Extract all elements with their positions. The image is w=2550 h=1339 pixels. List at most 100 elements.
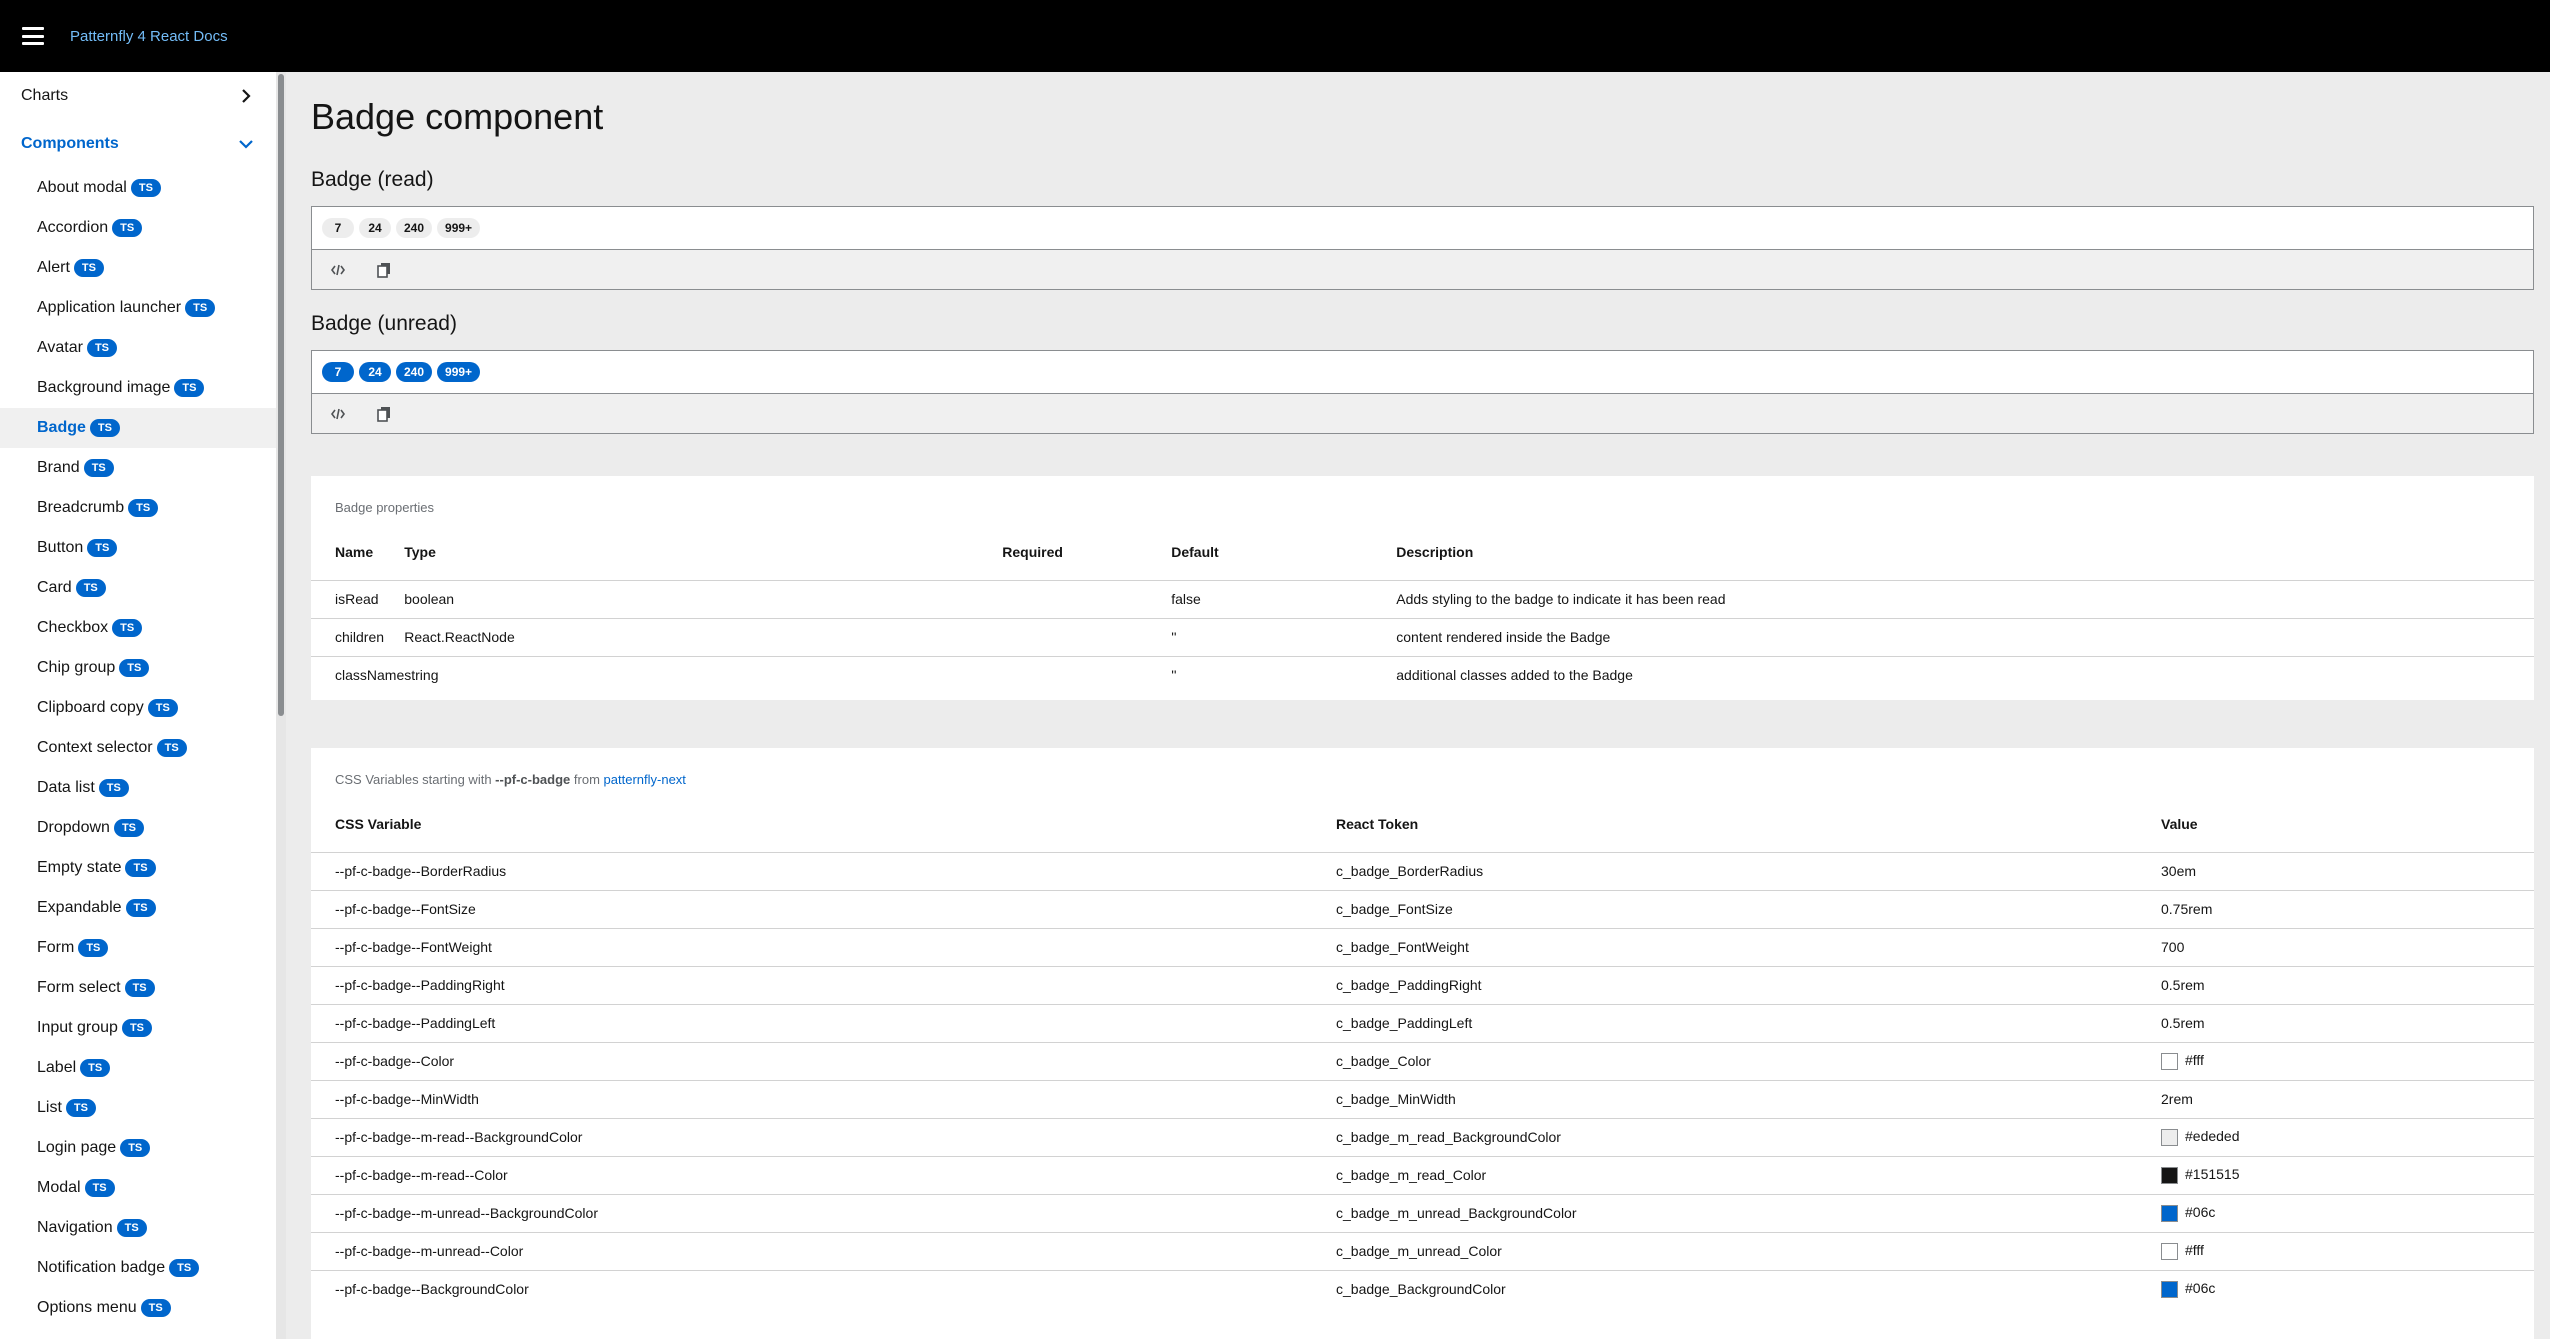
- sidebar-item-breadcrumb[interactable]: Breadcrumb TS: [0, 488, 276, 528]
- sidebar-item-empty-state[interactable]: Empty state TS: [0, 848, 276, 888]
- value-text: #151515: [2185, 1166, 2240, 1183]
- table-row: --pf-c-badge--m-read--BackgroundColor c_b…: [311, 1117, 2534, 1156]
- table-cell: '': [1171, 617, 1397, 656]
- color-swatch: [2161, 1281, 2178, 1299]
- sidebar-item-notification-badge[interactable]: Notification badge TS: [0, 1248, 276, 1288]
- sidebar-item-form[interactable]: Form TS: [0, 928, 276, 968]
- table-cell: false: [1171, 579, 1397, 618]
- example-preview: 7 24 240 999+: [312, 351, 2533, 393]
- sidebar-item-application-launcher[interactable]: Application launcher TS: [0, 288, 276, 328]
- ts-badge: TS: [112, 619, 143, 637]
- css-variable-cell: --pf-c-badge--Color: [311, 1041, 1336, 1080]
- react-token-cell: c_badge_BackgroundColor: [1336, 1269, 2161, 1308]
- sidebar-item-dropdown[interactable]: Dropdown TS: [0, 808, 276, 848]
- sidebar-item-accordion[interactable]: Accordion TS: [0, 208, 276, 248]
- table-row: --pf-c-badge--MinWidth c_badge_MinWidth 2r…: [311, 1079, 2534, 1118]
- sidebar-item-label: Checkbox: [37, 619, 109, 636]
- nav-group-components[interactable]: Components: [0, 120, 276, 168]
- code-icon[interactable]: [326, 402, 350, 426]
- react-token-cell: c_badge_FontWeight: [1336, 927, 2161, 966]
- ts-badge: TS: [84, 1179, 115, 1197]
- props-table-card: Badge properties Name Type Required Default…: [311, 476, 2534, 700]
- sidebar-item-label: Form select: [37, 979, 121, 996]
- sidebar-item-card[interactable]: Card TS: [0, 568, 276, 608]
- color-swatch: [2161, 1166, 2178, 1184]
- sidebar-item-expandable[interactable]: Expandable TS: [0, 888, 276, 928]
- sidebar-item-input-group[interactable]: Input group TS: [0, 1008, 276, 1048]
- react-token-cell: c_badge_m_read_Color: [1336, 1155, 2161, 1194]
- badge-unread: 999+: [437, 362, 481, 382]
- sidebar-item-login-page[interactable]: Login page TS: [0, 1128, 276, 1168]
- sidebar-item-label: Card: [37, 579, 72, 596]
- value-cell: #ededed: [2161, 1117, 2534, 1156]
- table-row: --pf-c-badge--BackgroundColor c_badge_Bac…: [311, 1269, 2534, 1308]
- react-token-cell: c_badge_BorderRadius: [1336, 851, 2161, 890]
- props-table: Name Type Required Default Description isRea…: [311, 524, 2534, 694]
- brand-link[interactable]: Patternfly 4 React Docs: [70, 28, 228, 45]
- color-swatch: [2161, 1242, 2178, 1260]
- sidebar-item-navigation[interactable]: Navigation TS: [0, 1208, 276, 1248]
- sidebar-item-checkbox[interactable]: Checkbox TS: [0, 608, 276, 648]
- value-cell: #fff: [2161, 1231, 2534, 1270]
- value-text: #fff: [2185, 1052, 2204, 1069]
- react-token-cell: c_badge_m_unread_Color: [1336, 1231, 2161, 1270]
- column-header-react-token: React Token: [1336, 815, 1419, 832]
- table-row: children React.ReactNode '' content rendere…: [311, 617, 2534, 656]
- ts-badge: TS: [89, 419, 120, 437]
- code-icon[interactable]: [326, 258, 350, 282]
- react-token-cell: c_badge_Color: [1336, 1041, 2161, 1080]
- sidebar-item-background-image[interactable]: Background image TS: [0, 368, 276, 408]
- value-cell: 2rem: [2161, 1079, 2534, 1118]
- sidebar-item-form-select[interactable]: Form select TS: [0, 968, 276, 1008]
- react-token-cell: c_badge_m_read_BackgroundColor: [1336, 1117, 2161, 1156]
- table-row: --pf-c-badge--FontSize c_badge_FontSize 0.…: [311, 889, 2534, 928]
- copy-icon[interactable]: [372, 258, 396, 282]
- sidebar-item-badge[interactable]: Badge TS: [0, 408, 276, 448]
- ts-badge: TS: [147, 699, 178, 717]
- ts-badge: TS: [140, 1299, 171, 1317]
- ts-badge: TS: [87, 539, 118, 557]
- sidebar-item-clipboard-copy[interactable]: Clipboard copy TS: [0, 688, 276, 728]
- table-header-row: CSS Variable React Token Value: [311, 796, 2534, 852]
- ts-badge: TS: [185, 299, 216, 317]
- sidebar-item-label: Input group: [37, 1019, 118, 1036]
- sidebar-item-chip-group[interactable]: Chip group TS: [0, 648, 276, 688]
- sidebar-item-label: Clipboard copy: [37, 699, 144, 716]
- nav-group-charts[interactable]: Charts: [0, 72, 276, 120]
- value-text: #fff: [2185, 1242, 2204, 1259]
- ts-badge: TS: [113, 819, 144, 837]
- column-header-value: Value: [2161, 815, 2198, 832]
- react-token-cell: c_badge_FontSize: [1336, 889, 2161, 928]
- sidebar-item-avatar[interactable]: Avatar TS: [0, 328, 276, 368]
- color-swatch: [2161, 1128, 2178, 1146]
- value-text: #06c: [2185, 1204, 2216, 1221]
- css-variables-table: CSS Variable React Token Value --pf-c-badg…: [311, 796, 2534, 1308]
- table-cell: className: [311, 655, 405, 694]
- ts-badge: TS: [98, 779, 129, 797]
- sidebar-item-data-list[interactable]: Data list TS: [0, 768, 276, 808]
- sidebar-item-button[interactable]: Button TS: [0, 528, 276, 568]
- example-preview: 7 24 240 999+: [312, 207, 2533, 249]
- sidebar-item-label[interactable]: Label TS: [0, 1048, 276, 1088]
- sidebar-item-context-selector[interactable]: Context selector TS: [0, 728, 276, 768]
- value-cell: 30em: [2161, 851, 2534, 890]
- scrollbar-thumb[interactable]: [278, 74, 284, 716]
- ts-badge: TS: [125, 899, 156, 917]
- sidebar-item-about-modal[interactable]: About modal TS: [0, 168, 276, 208]
- table-row: --pf-c-badge--m-read--Color c_badge_m_rea…: [311, 1155, 2534, 1194]
- sidebar-item-options-menu[interactable]: Options menu TS: [0, 1288, 276, 1328]
- sidebar-item-alert[interactable]: Alert TS: [0, 248, 276, 288]
- sidebar-item-brand[interactable]: Brand TS: [0, 448, 276, 488]
- copy-icon[interactable]: [372, 402, 396, 426]
- table-cell: [1002, 655, 1172, 694]
- patternfly-next-link[interactable]: patternfly-next: [604, 772, 686, 787]
- column-header-description: Description: [1396, 543, 1474, 560]
- sidebar-item-list[interactable]: List TS: [0, 1088, 276, 1128]
- sidebar-item-label: Application launcher: [37, 299, 182, 316]
- sidebar-item-label: Breadcrumb: [37, 499, 125, 516]
- sidebar-item-modal[interactable]: Modal TS: [0, 1168, 276, 1208]
- css-variable-cell: --pf-c-badge--m-read--BackgroundColor: [311, 1117, 1336, 1156]
- sidebar-scrollbar[interactable]: [276, 72, 286, 1339]
- value-cell: 0.5rem: [2161, 965, 2534, 1004]
- hamburger-menu-icon[interactable]: [22, 27, 44, 45]
